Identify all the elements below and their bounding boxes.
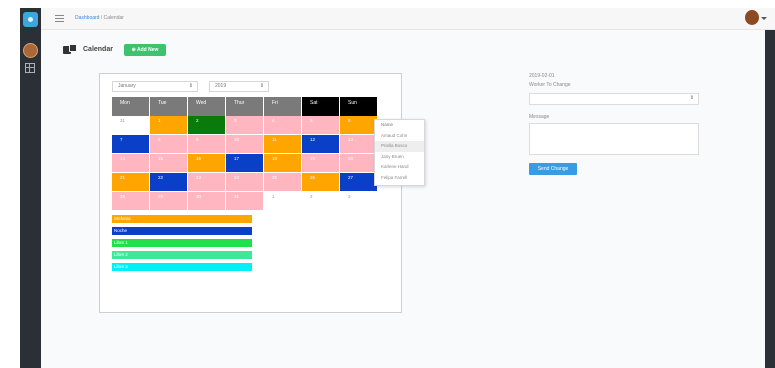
chevron-down-icon: ⇕	[188, 83, 193, 89]
calendar-day-cell[interactable]: 12	[302, 135, 340, 154]
context-menu-item[interactable]: Amaud Cohn	[375, 131, 424, 142]
calendar-day-cell[interactable]: 5	[302, 116, 340, 135]
calendar-week-row: 31 1 2 3 4 5 6	[112, 116, 378, 135]
legend-item: Stefania	[112, 215, 252, 223]
top-bar: Dashboard / Calendar	[41, 8, 775, 30]
legend-item: Libre 3	[112, 263, 252, 271]
add-new-button[interactable]: ⊕ Add New	[124, 44, 166, 56]
calendar-day-cell[interactable]: 18	[264, 154, 302, 173]
calendar-day-cell[interactable]: 31	[112, 116, 150, 135]
context-menu: Name Amaud Cohn Priella Bosco Jany Bruen…	[374, 119, 425, 186]
context-menu-item[interactable]: Karlene Hand	[375, 162, 424, 173]
calendar-day-cell[interactable]: 3	[340, 192, 378, 211]
day-header-thur: Thur	[226, 97, 264, 116]
month-select[interactable]: January ⇕	[112, 81, 198, 92]
calendar-day-cell[interactable]: 22	[150, 173, 188, 192]
legend-item: Noche	[112, 227, 252, 235]
month-select-value: January	[118, 83, 136, 89]
grid-icon[interactable]	[25, 63, 35, 73]
chevron-down-icon: ⇕	[259, 83, 264, 89]
day-header-fri: Fri	[264, 97, 302, 116]
calendar-day-cell[interactable]: 25	[264, 173, 302, 192]
context-menu-item[interactable]: Felipa Farrell	[375, 173, 424, 184]
selected-date: 2019-02-01	[529, 73, 555, 79]
app-logo-icon[interactable]	[23, 12, 38, 27]
calendar-day-cell[interactable]: 28	[112, 192, 150, 211]
day-header-sun: Sun	[340, 97, 378, 116]
calendar-day-cell[interactable]: 19	[302, 154, 340, 173]
page-title: Calendar	[83, 46, 113, 53]
message-label: Message	[529, 114, 550, 120]
worker-select[interactable]: ⇕	[529, 93, 699, 105]
calendar-day-cell[interactable]: 23	[188, 173, 226, 192]
calendar-day-cell[interactable]: 13	[340, 135, 378, 154]
calendar-day-cell[interactable]: 20	[340, 154, 378, 173]
calendar-day-cell[interactable]: 14	[112, 154, 150, 173]
calendar-page-icon	[63, 44, 77, 54]
calendar-week-row: 7 8 9 10 11 12 13	[112, 135, 378, 154]
calendar-day-cell[interactable]: 15	[150, 154, 188, 173]
calendar-day-cell[interactable]: 11	[264, 135, 302, 154]
day-header-wed: Wed	[188, 97, 226, 116]
calendar-day-cell[interactable]: 7	[112, 135, 150, 154]
message-textarea[interactable]	[529, 123, 699, 155]
day-header-tue: Tue	[150, 97, 188, 116]
calendar-week-row: 28 29 30 31 1 2 3	[112, 192, 378, 211]
app-frame: Dashboard / Calendar Calendar ⊕ Add New …	[0, 0, 775, 368]
breadcrumb-separator: /	[100, 15, 103, 21]
calendar-grid: 31 1 2 3 4 5 6 7 8 9 10 11 12 13 14 15 16 17 18 19 20 21 22 23 2…	[112, 116, 378, 211]
add-new-label: Add New	[137, 47, 159, 53]
day-header-mon: Mon	[112, 97, 150, 116]
calendar-day-cell[interactable]: 31	[226, 192, 264, 211]
chevron-down-icon[interactable]	[761, 17, 767, 20]
calendar-week-row: 14 15 16 17 18 19 20	[112, 154, 378, 173]
calendar-day-cell[interactable]: 10	[226, 135, 264, 154]
calendar-panel: January ⇕ 2019 ⇕ Mon Tue Wed Thur Fri Sat Sun …	[99, 73, 402, 313]
breadcrumb-current: Calendar	[103, 15, 124, 21]
calendar-day-cell[interactable]: 21	[112, 173, 150, 192]
day-header-sat: Sat	[302, 97, 340, 116]
calendar-day-cell[interactable]: 2	[302, 192, 340, 211]
context-menu-item[interactable]: Priella Bosco	[375, 141, 424, 152]
calendar-day-cell[interactable]: 24	[226, 173, 264, 192]
calendar-day-cell[interactable]: 2	[188, 116, 226, 135]
year-select-value: 2019	[215, 83, 227, 89]
year-select[interactable]: 2019 ⇕	[209, 81, 269, 92]
context-menu-header: Name	[381, 122, 394, 127]
chevron-down-icon: ⇕	[689, 95, 694, 101]
menu-toggle-icon[interactable]	[55, 15, 64, 22]
calendar-day-cell[interactable]: 3	[226, 116, 264, 135]
calendar-day-cell[interactable]: 8	[150, 135, 188, 154]
legend-item: Libre 1	[112, 239, 252, 247]
window-edge	[765, 30, 775, 368]
calendar-day-cell[interactable]: 17	[226, 154, 264, 173]
calendar-header-row: Mon Tue Wed Thur Fri Sat Sun	[112, 97, 378, 116]
window-margin	[0, 0, 20, 368]
breadcrumb: Dashboard / Calendar	[75, 14, 124, 22]
calendar-day-cell[interactable]: 1	[264, 192, 302, 211]
calendar-day-cell[interactable]: 4	[264, 116, 302, 135]
calendar-day-cell[interactable]: 26	[302, 173, 340, 192]
sidebar-avatar[interactable]	[23, 43, 38, 58]
sidebar	[20, 8, 41, 368]
breadcrumb-home-link[interactable]: Dashboard	[75, 15, 99, 21]
calendar-day-cell[interactable]: 29	[150, 192, 188, 211]
calendar-week-row: 21 22 23 24 25 26 27	[112, 173, 378, 192]
calendar-day-cell[interactable]: 1	[150, 116, 188, 135]
calendar-day-cell[interactable]: 30	[188, 192, 226, 211]
calendar-day-cell[interactable]: 9	[188, 135, 226, 154]
calendar-day-cell[interactable]: 16	[188, 154, 226, 173]
calendar-day-cell[interactable]: 6	[340, 116, 378, 135]
calendar-day-cell[interactable]: 27	[340, 173, 378, 192]
worker-label: Worker To Change	[529, 82, 571, 88]
legend-item: Libre 2	[112, 251, 252, 259]
context-menu-item[interactable]: Jany Bruen	[375, 152, 424, 163]
main-content: Calendar ⊕ Add New January ⇕ 2019 ⇕ Mon T…	[41, 30, 765, 368]
send-change-button[interactable]: Send Change	[529, 163, 577, 175]
user-avatar[interactable]	[745, 10, 759, 25]
